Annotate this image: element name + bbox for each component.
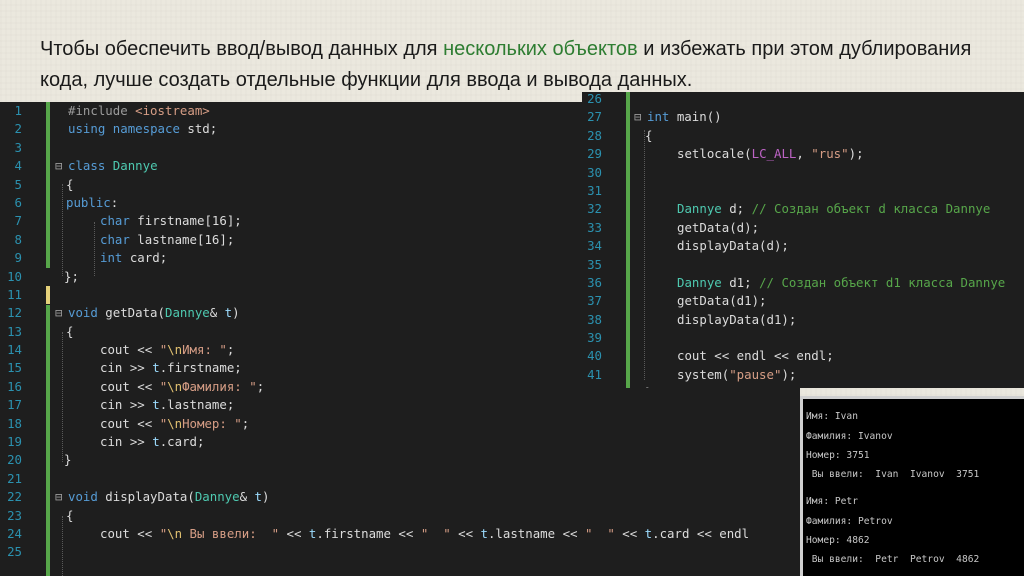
console-line: Номер: 3751 [806,450,870,461]
code-line-30: 30 [587,164,602,180]
console-line: Вы ввели: Petr Petrov 4862 [806,554,980,565]
heading-text-1: Чтобы обеспечить ввод/вывод данных для [40,38,444,60]
code-line-23: 23{ [7,507,74,523]
code-line-40: 40 cout << endl << endl; [587,348,834,364]
code-line-42: 42} [582,384,1024,388]
code-editor-right[interactable]: 26 27 ⊟ int main() 28{ 29 setlocale(LC_ALL,… [582,92,1024,388]
console-line: Номер: 4862 [806,535,870,546]
code-line-28: 28{ [587,127,653,143]
collapse-icon[interactable]: ⊟ [55,488,62,506]
console-output-window[interactable]: Имя: Ivan Фамилия: Ivanov Номер: 3751 Вы… [800,396,1024,576]
code-line-27: 27 ⊟ int main() [582,108,1024,126]
console-line: Имя: Ivan [806,411,858,422]
code-line-36: 36 Dannye d1; // Создан объект d1 класса … [587,274,1006,290]
code-line-37: 37 getData(d1); [587,293,767,309]
collapse-icon[interactable]: ⊟ [55,304,62,322]
code-line-20: 20} [7,452,72,468]
code-line-22: 22 ⊟ void displayData(Dannye& t) [0,488,800,506]
code-line-19: 19 cin >> t.card; [7,434,205,450]
console-line: Фамилия: Ivanov [806,431,893,442]
collapse-icon[interactable]: ⊟ [634,108,641,126]
console-line: Вы ввели: Ivan Ivanov 3751 [806,469,980,480]
code-line-32: 32 Dannye d; // Создан объект d класса Da… [587,201,991,217]
code-line-33: 33 getData(d); [587,219,760,235]
code-line-38: 38 displayData(d1); [587,311,797,327]
code-line-39: 39 [587,330,602,346]
code-line-41: 41 system("pause"); [587,366,797,382]
code-line-35: 35 [587,256,602,272]
code-line-31: 31 [587,182,602,198]
code-line-29: 29 setlocale(LC_ALL, "rus"); [587,146,864,162]
code-line-18: 18 cout << "\nНомер: "; [7,415,250,431]
code-line-24: 24 cout << "\n Вы ввели: " << t.firstname… [7,525,750,541]
code-line-34: 34 displayData(d); [587,238,789,254]
code-line-21: 21 [7,470,22,486]
console-line: Имя: Petr [806,496,858,507]
console-line: Фамилия: Petrov [806,516,893,527]
heading-highlight: нескольких объектов [443,38,638,60]
code-line-17: 17 cin >> t.lastname; [7,397,235,413]
code-line-26: 26 [587,92,602,106]
code-line-25: 25 [7,544,22,560]
collapse-icon[interactable]: ⊟ [55,157,62,175]
slide-heading: Чтобы обеспечить ввод/вывод данных для н… [40,34,1000,96]
